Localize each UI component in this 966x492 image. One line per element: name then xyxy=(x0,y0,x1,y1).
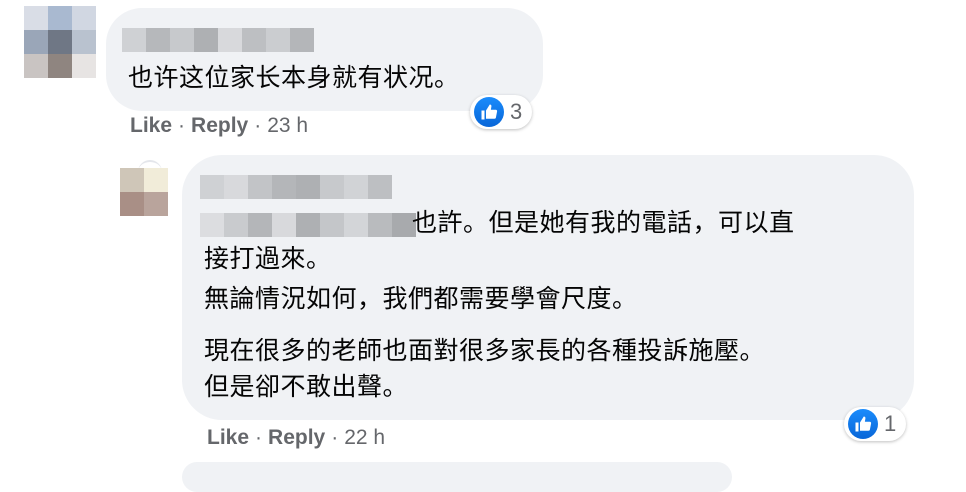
mention-redacted[interactable] xyxy=(200,213,416,237)
reaction-badge[interactable]: 1 xyxy=(844,407,907,441)
comment-text-line: 接打過來。 xyxy=(204,244,332,273)
separator: · xyxy=(255,426,263,449)
reaction-count: 3 xyxy=(510,99,523,124)
comment-timestamp[interactable]: 22 h xyxy=(344,426,385,450)
separator: · xyxy=(178,114,186,137)
reaction-badge[interactable]: 3 xyxy=(470,95,533,129)
commenter-avatar[interactable] xyxy=(120,168,168,216)
comment-text-line: 現在很多的老師也面對很多家長的各種投訴施壓。 xyxy=(204,336,766,365)
comment-actions: Like · Reply · 23 h xyxy=(130,114,308,138)
comment-actions: Like · Reply · 22 h xyxy=(207,426,385,450)
comment-text-line: 無論情況如何，我們都需要學會尺度。 xyxy=(204,284,638,313)
thumbs-up-icon xyxy=(848,409,878,439)
like-button[interactable]: Like xyxy=(207,426,249,450)
separator: · xyxy=(254,114,262,137)
like-button[interactable]: Like xyxy=(130,114,172,138)
comment-bubble-partial xyxy=(182,462,732,492)
comment-text-line: 但是卻不敢出聲。 xyxy=(204,372,409,401)
separator: · xyxy=(331,426,339,449)
comment-text-line: 也許。但是她有我的電話，可以直 xyxy=(412,208,795,237)
comment-bubble: 也許。但是她有我的電話，可以直 接打過來。 無論情況如何，我們都需要學會尺度。 … xyxy=(182,155,914,420)
reaction-count: 1 xyxy=(884,411,897,436)
commenter-name-redacted[interactable] xyxy=(122,28,314,52)
reply-button[interactable]: Reply xyxy=(191,114,248,138)
comment-text: 也许这位家长本身就有状况。 xyxy=(128,63,460,92)
comment-bubble: 也许这位家长本身就有状况。 xyxy=(106,8,543,111)
commenter-avatar[interactable] xyxy=(24,6,96,86)
reply-button[interactable]: Reply xyxy=(268,426,325,450)
comment-timestamp[interactable]: 23 h xyxy=(267,114,308,138)
thumbs-up-icon xyxy=(474,97,504,127)
commenter-name-redacted[interactable] xyxy=(200,175,392,199)
